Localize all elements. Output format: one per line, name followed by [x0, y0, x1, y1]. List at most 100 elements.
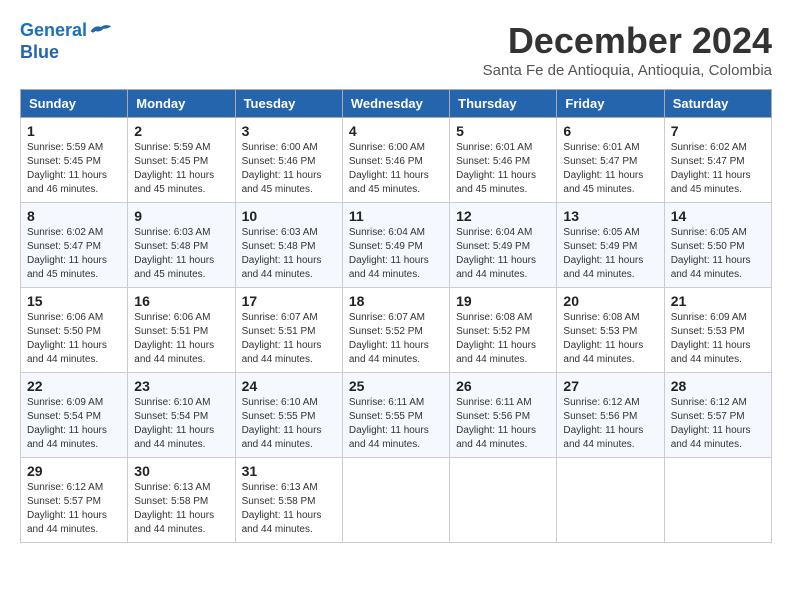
day-info: Sunrise: 5:59 AM Sunset: 5:45 PM Dayligh… — [27, 141, 121, 197]
day-info: Sunrise: 6:04 AM Sunset: 5:49 PM Dayligh… — [456, 226, 550, 282]
calendar-table: SundayMondayTuesdayWednesdayThursdayFrid… — [20, 89, 772, 543]
calendar-cell: 23 Sunrise: 6:10 AM Sunset: 5:54 PM Dayl… — [128, 373, 235, 458]
day-info: Sunrise: 6:13 AM Sunset: 5:58 PM Dayligh… — [134, 481, 228, 537]
calendar-cell: 8 Sunrise: 6:02 AM Sunset: 5:47 PM Dayli… — [21, 203, 128, 288]
day-number: 29 — [27, 463, 121, 479]
day-number: 10 — [242, 208, 336, 224]
day-info: Sunrise: 6:12 AM Sunset: 5:57 PM Dayligh… — [27, 481, 121, 537]
day-info: Sunrise: 6:01 AM Sunset: 5:46 PM Dayligh… — [456, 141, 550, 197]
day-number: 31 — [242, 463, 336, 479]
col-header-tuesday: Tuesday — [235, 90, 342, 118]
logo-text: General — [20, 20, 87, 42]
calendar-cell: 3 Sunrise: 6:00 AM Sunset: 5:46 PM Dayli… — [235, 118, 342, 203]
day-info: Sunrise: 6:13 AM Sunset: 5:58 PM Dayligh… — [242, 481, 336, 537]
day-number: 8 — [27, 208, 121, 224]
day-number: 28 — [671, 378, 765, 394]
day-info: Sunrise: 6:08 AM Sunset: 5:52 PM Dayligh… — [456, 311, 550, 367]
calendar-week-2: 8 Sunrise: 6:02 AM Sunset: 5:47 PM Dayli… — [21, 203, 772, 288]
day-number: 4 — [349, 123, 443, 139]
calendar-cell: 21 Sunrise: 6:09 AM Sunset: 5:53 PM Dayl… — [664, 288, 771, 373]
logo-text2: Blue — [20, 42, 113, 64]
bird-icon — [89, 21, 113, 41]
calendar-cell: 7 Sunrise: 6:02 AM Sunset: 5:47 PM Dayli… — [664, 118, 771, 203]
day-number: 23 — [134, 378, 228, 394]
day-number: 22 — [27, 378, 121, 394]
day-info: Sunrise: 6:02 AM Sunset: 5:47 PM Dayligh… — [27, 226, 121, 282]
calendar-cell: 9 Sunrise: 6:03 AM Sunset: 5:48 PM Dayli… — [128, 203, 235, 288]
col-header-monday: Monday — [128, 90, 235, 118]
day-number: 30 — [134, 463, 228, 479]
calendar-week-4: 22 Sunrise: 6:09 AM Sunset: 5:54 PM Dayl… — [21, 373, 772, 458]
calendar-cell: 31 Sunrise: 6:13 AM Sunset: 5:58 PM Dayl… — [235, 458, 342, 543]
calendar-week-3: 15 Sunrise: 6:06 AM Sunset: 5:50 PM Dayl… — [21, 288, 772, 373]
title-block: December 2024 Santa Fe de Antioquia, Ant… — [483, 20, 772, 79]
day-number: 14 — [671, 208, 765, 224]
col-header-sunday: Sunday — [21, 90, 128, 118]
calendar-cell — [557, 458, 664, 543]
day-info: Sunrise: 6:11 AM Sunset: 5:56 PM Dayligh… — [456, 396, 550, 452]
day-number: 11 — [349, 208, 443, 224]
day-number: 9 — [134, 208, 228, 224]
day-number: 12 — [456, 208, 550, 224]
day-info: Sunrise: 6:04 AM Sunset: 5:49 PM Dayligh… — [349, 226, 443, 282]
day-number: 18 — [349, 293, 443, 309]
month-title: December 2024 — [483, 20, 772, 62]
day-info: Sunrise: 6:00 AM Sunset: 5:46 PM Dayligh… — [349, 141, 443, 197]
calendar-cell: 6 Sunrise: 6:01 AM Sunset: 5:47 PM Dayli… — [557, 118, 664, 203]
col-header-saturday: Saturday — [664, 90, 771, 118]
day-number: 5 — [456, 123, 550, 139]
calendar-cell: 20 Sunrise: 6:08 AM Sunset: 5:53 PM Dayl… — [557, 288, 664, 373]
day-info: Sunrise: 6:12 AM Sunset: 5:57 PM Dayligh… — [671, 396, 765, 452]
day-info: Sunrise: 6:10 AM Sunset: 5:55 PM Dayligh… — [242, 396, 336, 452]
calendar-cell: 12 Sunrise: 6:04 AM Sunset: 5:49 PM Dayl… — [450, 203, 557, 288]
calendar-cell: 5 Sunrise: 6:01 AM Sunset: 5:46 PM Dayli… — [450, 118, 557, 203]
day-number: 16 — [134, 293, 228, 309]
calendar-cell: 25 Sunrise: 6:11 AM Sunset: 5:55 PM Dayl… — [342, 373, 449, 458]
calendar-cell: 30 Sunrise: 6:13 AM Sunset: 5:58 PM Dayl… — [128, 458, 235, 543]
calendar-cell: 18 Sunrise: 6:07 AM Sunset: 5:52 PM Dayl… — [342, 288, 449, 373]
calendar-cell — [664, 458, 771, 543]
calendar-cell: 27 Sunrise: 6:12 AM Sunset: 5:56 PM Dayl… — [557, 373, 664, 458]
day-number: 19 — [456, 293, 550, 309]
calendar-cell: 1 Sunrise: 5:59 AM Sunset: 5:45 PM Dayli… — [21, 118, 128, 203]
calendar-cell: 14 Sunrise: 6:05 AM Sunset: 5:50 PM Dayl… — [664, 203, 771, 288]
calendar-cell: 11 Sunrise: 6:04 AM Sunset: 5:49 PM Dayl… — [342, 203, 449, 288]
day-number: 24 — [242, 378, 336, 394]
day-info: Sunrise: 6:05 AM Sunset: 5:49 PM Dayligh… — [563, 226, 657, 282]
calendar-cell: 10 Sunrise: 6:03 AM Sunset: 5:48 PM Dayl… — [235, 203, 342, 288]
calendar-cell: 22 Sunrise: 6:09 AM Sunset: 5:54 PM Dayl… — [21, 373, 128, 458]
calendar-cell: 26 Sunrise: 6:11 AM Sunset: 5:56 PM Dayl… — [450, 373, 557, 458]
calendar-cell: 13 Sunrise: 6:05 AM Sunset: 5:49 PM Dayl… — [557, 203, 664, 288]
day-info: Sunrise: 6:12 AM Sunset: 5:56 PM Dayligh… — [563, 396, 657, 452]
col-header-thursday: Thursday — [450, 90, 557, 118]
calendar-cell — [342, 458, 449, 543]
day-number: 21 — [671, 293, 765, 309]
day-number: 7 — [671, 123, 765, 139]
day-info: Sunrise: 6:07 AM Sunset: 5:52 PM Dayligh… — [349, 311, 443, 367]
day-number: 2 — [134, 123, 228, 139]
day-info: Sunrise: 6:10 AM Sunset: 5:54 PM Dayligh… — [134, 396, 228, 452]
day-number: 15 — [27, 293, 121, 309]
calendar-cell: 29 Sunrise: 6:12 AM Sunset: 5:57 PM Dayl… — [21, 458, 128, 543]
day-number: 20 — [563, 293, 657, 309]
day-number: 17 — [242, 293, 336, 309]
day-info: Sunrise: 6:09 AM Sunset: 5:53 PM Dayligh… — [671, 311, 765, 367]
calendar-cell: 15 Sunrise: 6:06 AM Sunset: 5:50 PM Dayl… — [21, 288, 128, 373]
calendar-cell — [450, 458, 557, 543]
day-info: Sunrise: 6:03 AM Sunset: 5:48 PM Dayligh… — [134, 226, 228, 282]
col-header-friday: Friday — [557, 90, 664, 118]
day-number: 1 — [27, 123, 121, 139]
location-subtitle: Santa Fe de Antioquia, Antioquia, Colomb… — [483, 62, 772, 79]
calendar-week-5: 29 Sunrise: 6:12 AM Sunset: 5:57 PM Dayl… — [21, 458, 772, 543]
calendar-cell: 28 Sunrise: 6:12 AM Sunset: 5:57 PM Dayl… — [664, 373, 771, 458]
calendar-cell: 19 Sunrise: 6:08 AM Sunset: 5:52 PM Dayl… — [450, 288, 557, 373]
calendar-cell: 2 Sunrise: 5:59 AM Sunset: 5:45 PM Dayli… — [128, 118, 235, 203]
day-info: Sunrise: 6:05 AM Sunset: 5:50 PM Dayligh… — [671, 226, 765, 282]
calendar-week-1: 1 Sunrise: 5:59 AM Sunset: 5:45 PM Dayli… — [21, 118, 772, 203]
page-header: General Blue December 2024 Santa Fe de A… — [20, 20, 772, 79]
day-info: Sunrise: 6:00 AM Sunset: 5:46 PM Dayligh… — [242, 141, 336, 197]
calendar-cell: 4 Sunrise: 6:00 AM Sunset: 5:46 PM Dayli… — [342, 118, 449, 203]
col-header-wednesday: Wednesday — [342, 90, 449, 118]
day-info: Sunrise: 5:59 AM Sunset: 5:45 PM Dayligh… — [134, 141, 228, 197]
day-info: Sunrise: 6:09 AM Sunset: 5:54 PM Dayligh… — [27, 396, 121, 452]
